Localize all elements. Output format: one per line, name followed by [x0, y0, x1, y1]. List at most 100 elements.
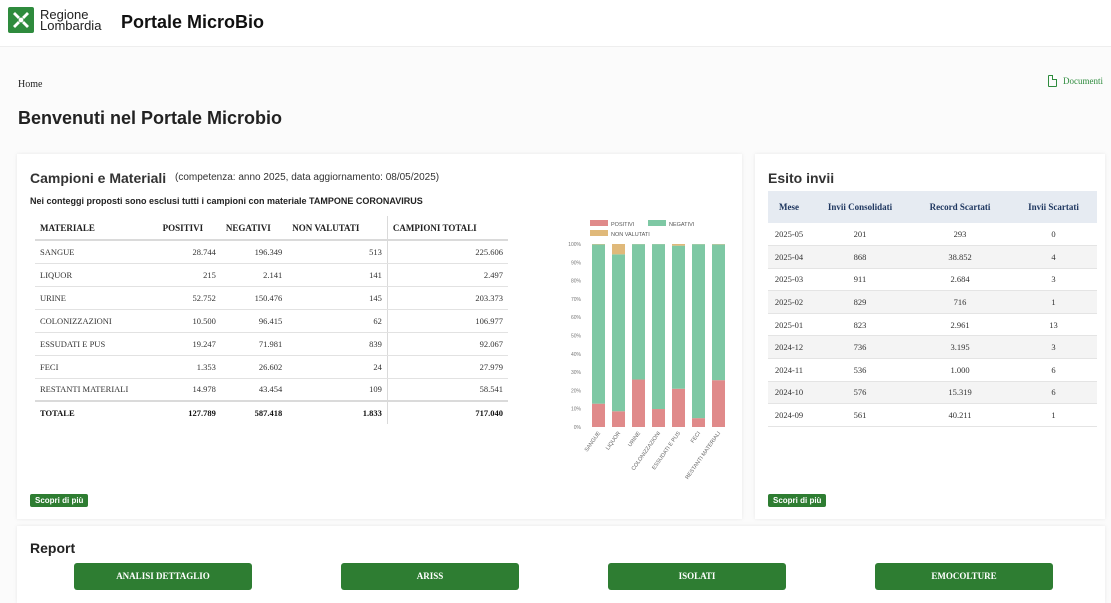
bar-segment: [592, 244, 605, 404]
emocolture-button[interactable]: EMOCOLTURE: [875, 563, 1053, 590]
campioni-note: Nei conteggi proposti sono esclusi tutti…: [30, 196, 423, 206]
esito-more-button[interactable]: Scopri di più: [768, 494, 827, 507]
y-tick-label: 50%: [571, 334, 582, 340]
table-cell: 2025-01: [768, 313, 810, 337]
table-cell: 196.349: [220, 240, 288, 264]
table-cell: 141: [287, 263, 388, 287]
col-non-valutati[interactable]: NON VALUTATI: [287, 216, 388, 241]
table-row: 2025-02 829 716 1: [768, 290, 1097, 314]
table-cell: 96.415: [220, 309, 288, 333]
bar-segment: [672, 245, 685, 389]
table-cell: 6: [1010, 381, 1097, 405]
table-row: SANGUE 28.744 196.349 513 225.606: [35, 240, 508, 264]
table-cell: 127.789: [157, 400, 221, 424]
table-cell: 839: [287, 332, 388, 356]
table-cell: ESSUDATI E PUS: [35, 332, 158, 356]
x-tick-label: RESTANTI MATERIALI: [685, 430, 723, 480]
table-cell: 587.418: [220, 400, 288, 424]
bar-segment: [612, 244, 625, 255]
col-positivi[interactable]: POSITIVI: [157, 216, 221, 241]
col-record-scartati[interactable]: Record Scartati: [910, 191, 1010, 223]
table-row: LIQUOR 215 2.141 141 2.497: [35, 263, 508, 287]
report-title: Report: [30, 540, 76, 556]
table-row: 2024-11 536 1.000 6: [768, 358, 1097, 382]
table-cell: 576: [810, 381, 910, 405]
table-row: 2024-10 576 15.319 6: [768, 381, 1097, 405]
table-cell: 27.979: [386, 355, 508, 379]
table-cell: 1.000: [910, 358, 1010, 382]
bar-segment: [672, 388, 685, 427]
table-cell: 201: [810, 223, 910, 247]
table-cell: 3: [1010, 268, 1097, 292]
table-cell: 28.744: [157, 240, 221, 264]
regione-lombardia-logo-icon[interactable]: [8, 7, 34, 33]
table-cell: 2025-03: [768, 268, 810, 292]
table-cell: 43.454: [220, 378, 288, 402]
ariss-button[interactable]: ARISS: [341, 563, 519, 590]
table-cell: 717.040: [386, 400, 508, 424]
table-cell: 716: [910, 290, 1010, 314]
table-cell: 215: [157, 263, 221, 287]
table-row: 2024-12 736 3.195 3: [768, 335, 1097, 360]
table-cell: 225.606: [386, 240, 508, 264]
campioni-card: Campioni e Materiali (competenza: anno 2…: [17, 154, 742, 519]
bar-segment: [652, 244, 665, 410]
col-mese[interactable]: Mese: [768, 191, 810, 223]
table-cell: 26.602: [220, 355, 288, 379]
bar-segment: [652, 409, 665, 427]
col-materiale[interactable]: MATERIALE: [35, 216, 158, 241]
bar-segment: [632, 244, 645, 380]
table-cell: 293: [910, 223, 1010, 247]
col-campioni-totali[interactable]: CAMPIONI TOTALI: [386, 216, 508, 241]
table-row: RESTANTI MATERIALI 14.978 43.454 109 58.541: [35, 378, 508, 402]
isolati-button[interactable]: ISOLATI: [608, 563, 786, 590]
col-invii-scartati[interactable]: Invii Scartati: [1010, 191, 1097, 223]
page-title: Benvenuti nel Portale Microbio: [18, 108, 283, 128]
analisi-dettaglio-button[interactable]: ANALISI DETTAGLIO: [74, 563, 252, 590]
y-tick-label: 0%: [574, 425, 582, 431]
esito-body: 2025-05 201 293 0 2025-04 868 38.852 4 2025-03 91…: [768, 223, 1097, 427]
logo-text: Regione Lombardia: [40, 8, 101, 32]
y-tick-label: 30%: [571, 370, 582, 376]
table-cell: 150.476: [220, 286, 288, 310]
table-cell: SANGUE: [35, 240, 158, 264]
table-cell: 19.247: [157, 332, 221, 356]
report-card: Report ANALISI DETTAGLIO ARISS ISOLATI E…: [17, 526, 1105, 603]
table-cell: 38.852: [910, 245, 1010, 269]
bar-segment: [692, 418, 705, 427]
y-tick-label: 100%: [568, 242, 581, 248]
table-row: 2025-05 201 293 0: [768, 223, 1097, 247]
table-cell: 561: [810, 403, 910, 427]
bar-segment: [692, 244, 705, 419]
document-icon: [1048, 75, 1057, 87]
table-cell: 58.541: [386, 378, 508, 402]
materials-body: SANGUE 28.744 196.349 513 225.606 LIQUOR 215 2.…: [35, 240, 508, 424]
table-cell: 1: [1010, 290, 1097, 314]
documents-link[interactable]: Documenti: [1048, 75, 1103, 87]
campioni-more-button[interactable]: Scopri di più: [30, 494, 89, 507]
campioni-subtitle: (competenza: anno 2025, data aggiornamen…: [175, 172, 440, 183]
table-cell: 3: [1010, 335, 1097, 360]
table-cell: 536: [810, 358, 910, 382]
col-invii-consolidati[interactable]: Invii Consolidati: [810, 191, 910, 223]
bar-segment: [612, 254, 625, 412]
table-cell: 109: [287, 378, 388, 402]
y-tick-label: 20%: [571, 388, 582, 394]
table-cell: 2024-11: [768, 358, 810, 382]
portal-title[interactable]: Portale MicroBio: [121, 12, 264, 33]
y-tick-label: 70%: [571, 297, 582, 303]
bar-segment: [592, 403, 605, 427]
legend-swatch: [648, 220, 666, 226]
table-cell: 2024-09: [768, 403, 810, 427]
col-negativi[interactable]: NEGATIVI: [220, 216, 288, 241]
table-cell: 2025-02: [768, 290, 810, 314]
bar-segment: [672, 244, 685, 246]
y-tick-label: 80%: [571, 279, 582, 285]
table-cell: 736: [810, 335, 910, 360]
bar-segment: [712, 380, 725, 427]
bar-segment: [612, 411, 625, 427]
table-cell: 14.978: [157, 378, 221, 402]
breadcrumb-home[interactable]: Home: [18, 79, 42, 90]
materials-header-row: MATERIALE POSITIVI NEGATIVI NON VALUTATI…: [35, 216, 508, 241]
table-cell: 15.319: [910, 381, 1010, 405]
